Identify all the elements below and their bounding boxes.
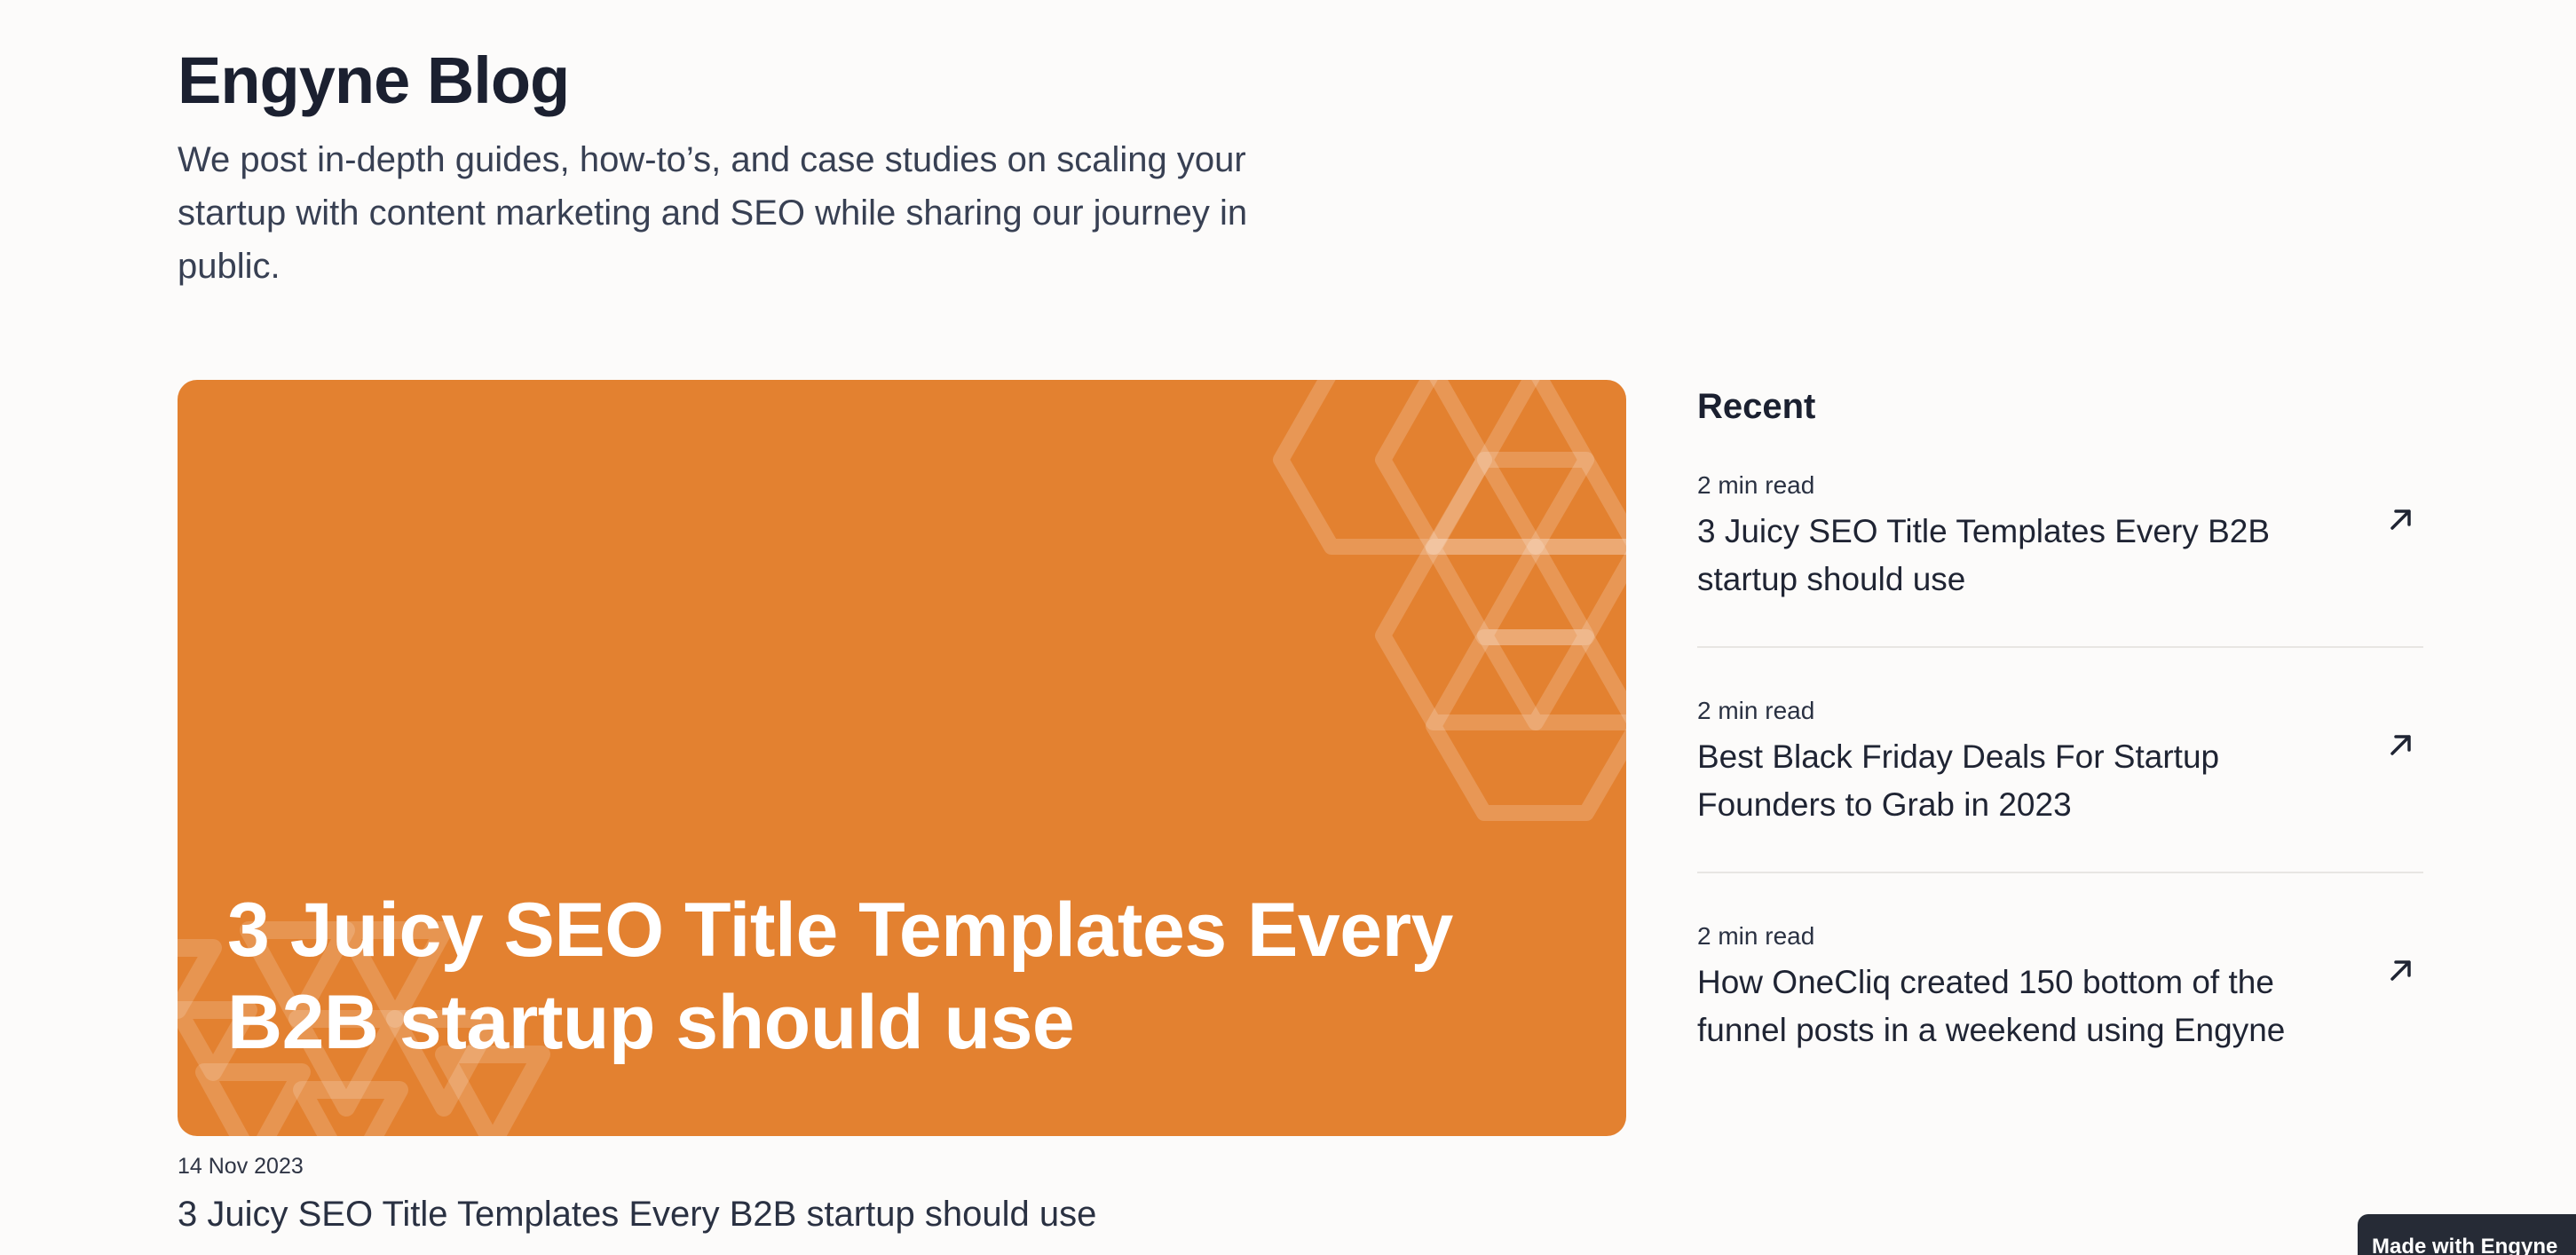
page-title: Engyne Blog	[178, 43, 570, 117]
arrow-up-right-icon[interactable]	[2386, 504, 2416, 534]
recent-posts-sidebar: Recent 2 min read 3 Juicy SEO Title Temp…	[1697, 380, 2423, 1054]
read-time: 2 min read	[1697, 697, 1815, 724]
made-with-engyne-badge[interactable]: Made with Engyne	[2358, 1214, 2576, 1255]
divider	[1697, 646, 2423, 648]
read-time: 2 min read	[1697, 471, 1815, 499]
recent-post-item[interactable]: 2 min read 3 Juicy SEO Title Templates E…	[1697, 470, 2423, 604]
read-time: 2 min read	[1697, 922, 1815, 950]
recent-post-item[interactable]: 2 min read How OneCliq created 150 botto…	[1697, 921, 2423, 1054]
recent-post-item[interactable]: 2 min read Best Black Friday Deals For S…	[1697, 696, 2423, 829]
recent-post-title[interactable]: Best Black Friday Deals For Startup Foun…	[1697, 733, 2336, 829]
featured-banner-title: 3 Juicy SEO Title Templates Every B2B st…	[227, 888, 1453, 1065]
recent-post-title[interactable]: 3 Juicy SEO Title Templates Every B2B st…	[1697, 508, 2336, 604]
page-description: We post in-depth guides, how-to’s, and c…	[178, 140, 1248, 286]
blog-page: Engyne Blog We post in-depth guides, how…	[0, 0, 2576, 1255]
featured-post-banner[interactable]: 3 Juicy SEO Title Templates Every B2B st…	[178, 380, 1626, 1136]
featured-post-date: 14 Nov 2023	[178, 1154, 304, 1179]
arrow-up-right-icon[interactable]	[2386, 955, 2416, 985]
recent-heading: Recent	[1697, 387, 1816, 426]
featured-post-title-link[interactable]: 3 Juicy SEO Title Templates Every B2B st…	[178, 1195, 1096, 1235]
arrow-up-right-icon[interactable]	[2386, 730, 2416, 760]
divider	[1697, 872, 2423, 873]
recent-post-title[interactable]: How OneCliq created 150 bottom of the fu…	[1697, 959, 2336, 1054]
